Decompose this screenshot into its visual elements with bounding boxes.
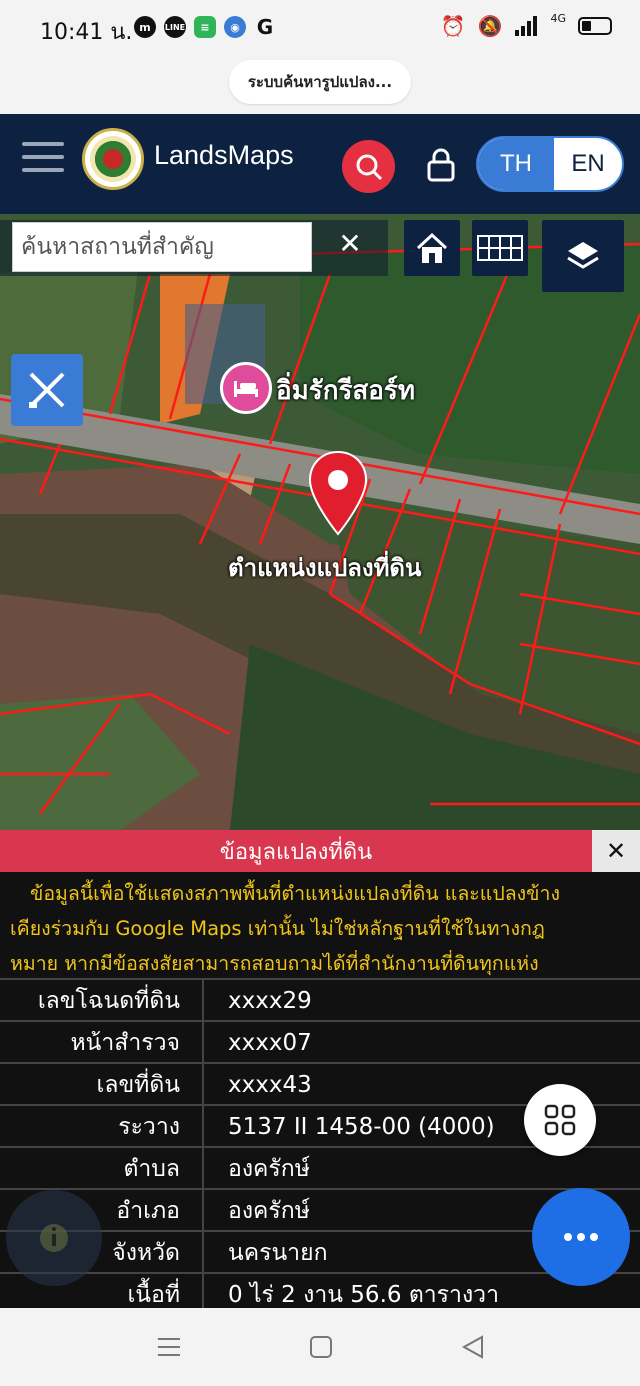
row-label: เลขโฉนดที่ดิน xyxy=(0,980,204,1020)
status-time: 10:41 น. xyxy=(40,20,133,45)
row-label: ระวาง xyxy=(0,1106,204,1146)
measure-tool-button[interactable] xyxy=(11,354,83,426)
home-nav-icon[interactable] xyxy=(306,1332,336,1362)
search-button[interactable] xyxy=(342,140,395,193)
row-value: 5137 II 1458-00 (4000) xyxy=(228,1114,495,1140)
search-icon xyxy=(356,154,382,180)
status-bar: 10:41 น. m LINE ≡ ◉ G ⏰ 🔕 4G xyxy=(0,0,640,56)
network-type: 4G xyxy=(550,11,566,25)
row-label: ตำบล xyxy=(0,1148,204,1188)
layers-button[interactable] xyxy=(542,220,624,292)
menu-line xyxy=(22,142,64,146)
layers-icon xyxy=(567,242,599,269)
app-header: LandsMaps TH EN xyxy=(0,114,640,214)
location-pin-icon[interactable] xyxy=(306,450,370,536)
ruler-pencil-icon xyxy=(29,372,65,408)
url-title[interactable]: ระบบค้นหารูปแปลง... xyxy=(229,60,411,104)
map-view[interactable]: ค้นหาสถานที่สำคัญ ✕ อิ่มรักรีสอร์ท ตำแหน… xyxy=(0,214,640,830)
menu-line xyxy=(22,168,64,172)
browser-url-bar: ระบบค้นหารูปแปลง... xyxy=(0,56,640,114)
panel-close-button[interactable]: ✕ xyxy=(592,830,640,872)
grid-sheet-button[interactable] xyxy=(472,220,528,276)
home-icon xyxy=(416,232,448,263)
system-nav-bar xyxy=(0,1308,640,1386)
more-dots-icon xyxy=(564,1233,598,1241)
pin-label: ตำแหน่งแปลงที่ดิน xyxy=(228,554,422,582)
status-app-icons: m LINE ≡ ◉ G xyxy=(134,15,276,39)
row-value: xxxx43 xyxy=(228,1072,312,1098)
home-button[interactable] xyxy=(404,220,460,276)
row-label: หน้าสำรวจ xyxy=(0,1022,204,1062)
table-row: หน้าสำรวจ xxxx07 xyxy=(0,1020,640,1062)
notice-line: หมาย หากมีข้อสงสัยสามารถสอบถามได้ที่สำนั… xyxy=(10,952,539,975)
messenger-icon: m xyxy=(134,16,156,38)
disclaimer-notice: ข้อมูลนี้เพื่อใช้แสดงสภาพพื้นที่ตำแหน่งแ… xyxy=(10,876,632,981)
hotel-icon[interactable] xyxy=(220,362,272,414)
lock-icon xyxy=(427,148,455,182)
grid-apps-icon xyxy=(544,1104,576,1136)
messages-icon: ≡ xyxy=(194,16,216,38)
language-toggle: TH EN xyxy=(476,136,624,192)
browser-icon: ◉ xyxy=(224,16,246,38)
line-icon: LINE xyxy=(164,16,186,38)
google-icon: G xyxy=(256,15,274,39)
more-options-fab-button[interactable] xyxy=(532,1188,630,1286)
dol-logo xyxy=(82,128,144,190)
notice-line: ข้อมูลนี้เพื่อใช้แสดงสภาพพื้นที่ตำแหน่งแ… xyxy=(30,882,560,905)
row-value: 0 ไร่ 2 งาน 56.6 ตารางวา xyxy=(228,1282,500,1308)
brand-name: LandsMaps xyxy=(154,140,294,170)
row-value: องครักษ์ xyxy=(228,1156,310,1182)
lang-th-button[interactable]: TH xyxy=(478,138,554,190)
menu-line xyxy=(22,155,64,159)
table-row: เลขโฉนดที่ดิน xxxx29 xyxy=(0,978,640,1020)
grid-icon xyxy=(477,235,523,261)
poi-label: อิ่มรักรีสอร์ท xyxy=(276,376,416,406)
place-search-input[interactable]: ค้นหาสถานที่สำคัญ xyxy=(12,222,312,272)
battery-icon xyxy=(578,17,612,35)
mute-icon: 🔕 xyxy=(477,14,503,38)
row-value: นครนายก xyxy=(228,1240,328,1266)
row-value: xxxx29 xyxy=(228,988,312,1014)
row-value: xxxx07 xyxy=(228,1030,312,1056)
notice-line: เคียงร่วมกับ Google Maps เท่านั้น ไม่ใช่… xyxy=(10,917,545,940)
login-button[interactable] xyxy=(426,148,456,182)
signal-icon xyxy=(515,16,538,36)
row-value: องครักษ์ xyxy=(228,1198,310,1224)
panel-title: ข้อมูลแปลงที่ดิน xyxy=(0,830,592,872)
back-nav-icon[interactable] xyxy=(458,1332,488,1362)
recent-apps-icon[interactable] xyxy=(154,1332,184,1362)
lang-en-button[interactable]: EN xyxy=(554,138,622,190)
alarm-icon: ⏰ xyxy=(440,14,466,38)
info-icon xyxy=(40,1224,68,1252)
clear-search-button[interactable]: ✕ xyxy=(334,228,366,260)
logo-emblem xyxy=(90,136,136,182)
info-fab-button[interactable] xyxy=(6,1190,102,1286)
status-indicators: ⏰ 🔕 4G xyxy=(440,11,612,38)
table-row: เนื้อที่ 0 ไร่ 2 งาน 56.6 ตารางวา xyxy=(0,1272,640,1308)
row-label: เลขที่ดิน xyxy=(0,1064,204,1104)
bed-icon xyxy=(234,381,258,397)
hamburger-menu-button[interactable] xyxy=(22,142,64,176)
apps-fab-button[interactable] xyxy=(524,1084,596,1156)
